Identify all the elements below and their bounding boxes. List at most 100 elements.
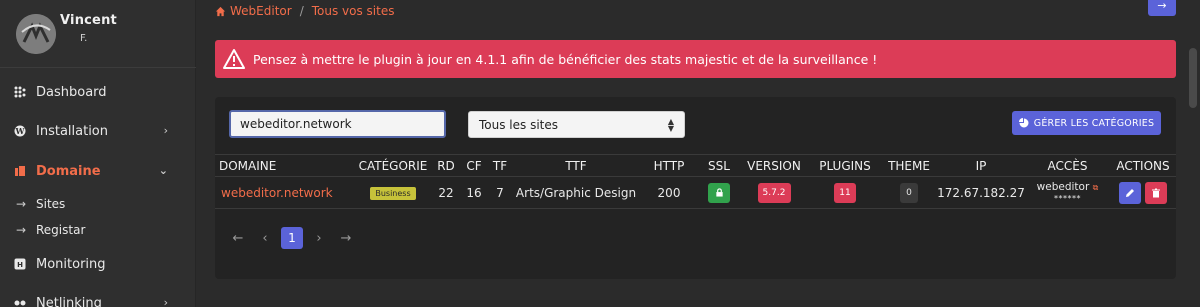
- plugins-button[interactable]: 11: [834, 182, 856, 203]
- scrollbar[interactable]: [1186, 0, 1200, 307]
- sidebar-item-label: Monitoring: [36, 256, 106, 272]
- table-header-row: DOMAINE CATÉGORIE RD CF TF TTF HTTP SSL …: [215, 154, 1176, 177]
- alert-message: Pensez à mettre le plugin à jour en 4.1.…: [253, 51, 878, 67]
- theme-button[interactable]: 0: [900, 182, 918, 203]
- sidebar: Vincent F. Dashboard W Installation › Do…: [0, 0, 196, 307]
- sidebar-item-netlinking[interactable]: Netlinking ›: [14, 292, 184, 307]
- select-value: Tous les sites: [479, 117, 559, 132]
- sidebar-divider: [0, 67, 196, 68]
- sites-table: DOMAINE CATÉGORIE RD CF TF TTF HTTP SSL …: [215, 154, 1176, 209]
- table-row: webeditor.network Business 22 16 7 Arts/…: [215, 176, 1176, 209]
- col-header[interactable]: TTF: [513, 154, 639, 177]
- chevron-right-icon: ›: [163, 124, 168, 137]
- sidebar-item-domaine[interactable]: Domaine ⌄: [14, 160, 184, 182]
- user-name: Vincent: [60, 13, 117, 28]
- user-initial: F.: [80, 33, 88, 44]
- col-header[interactable]: TF: [487, 154, 513, 177]
- monitoring-icon: H: [14, 258, 26, 270]
- http-cell: 200: [639, 176, 699, 209]
- sidebar-item-label: Installation: [36, 123, 109, 139]
- warning-icon: [223, 48, 245, 70]
- arrow-right-icon: →: [16, 197, 27, 211]
- sidebar-item-label: Domaine: [36, 163, 101, 179]
- sidebar-item-label: Netlinking: [36, 295, 102, 307]
- col-header[interactable]: IP: [937, 154, 1025, 177]
- svg-text:H: H: [17, 261, 23, 269]
- breadcrumb-current: Tous vos sites: [311, 4, 395, 18]
- breadcrumb-separator: /: [299, 4, 304, 18]
- ip-cell: 172.67.182.27: [937, 176, 1025, 209]
- pie-chart-icon: [1018, 118, 1029, 128]
- access-cell: webeditor ⧉ ******: [1025, 176, 1110, 209]
- main-content: WebEditor / Tous vos sites → Pensez à me…: [196, 0, 1200, 307]
- arrow-right-icon: →: [16, 223, 27, 237]
- prev-page-button[interactable]: ‹: [254, 227, 276, 249]
- delete-button[interactable]: [1145, 181, 1167, 204]
- col-header[interactable]: HTTP: [639, 154, 699, 177]
- manage-categories-button[interactable]: GÉRER LES CATÉGORIES: [1012, 111, 1161, 135]
- sidebar-subitem-registar[interactable]: → Registar: [16, 220, 85, 240]
- sidebar-subitem-label: Sites: [36, 197, 66, 211]
- sidebar-item-installation[interactable]: W Installation ›: [14, 120, 184, 142]
- search-input[interactable]: [229, 110, 446, 138]
- col-header[interactable]: PLUGINS: [809, 154, 881, 177]
- col-header[interactable]: CATÉGORIE: [355, 154, 431, 177]
- netlinking-icon: [14, 297, 26, 307]
- category-badge: Business: [370, 187, 416, 200]
- access-user-link[interactable]: webeditor: [1037, 181, 1090, 193]
- col-header[interactable]: ACTIONS: [1110, 154, 1176, 177]
- sites-card: Tous les sites ▲▼ GÉRER LES CATÉGORIES D…: [215, 97, 1176, 279]
- domain-icon: [14, 165, 26, 177]
- sidebar-item-label: Dashboard: [36, 84, 107, 100]
- sidebar-item-monitoring[interactable]: H Monitoring: [14, 253, 184, 275]
- site-filter-select[interactable]: Tous les sites ▲ ▼: [468, 111, 685, 138]
- sidebar-subitem-label: Registar: [36, 223, 86, 237]
- avatar: [16, 14, 56, 54]
- breadcrumb: WebEditor / Tous vos sites: [215, 4, 394, 18]
- rd-cell: 22: [431, 176, 461, 209]
- user-profile[interactable]: Vincent F.: [14, 10, 184, 62]
- wordpress-icon: W: [14, 125, 26, 137]
- col-header[interactable]: RD: [431, 154, 461, 177]
- version-button[interactable]: 5.7.2: [757, 182, 791, 203]
- trash-icon: [1152, 188, 1160, 197]
- col-header[interactable]: VERSION: [739, 154, 809, 177]
- pagination: ← ‹ 1 › →: [227, 226, 362, 250]
- select-arrows-icon: ▲ ▼: [667, 116, 674, 133]
- scrollbar-thumb[interactable]: [1189, 48, 1197, 108]
- cf-cell: 16: [461, 176, 487, 209]
- lock-icon: [715, 188, 723, 197]
- tf-cell: 7: [487, 176, 513, 209]
- chevron-down-icon: ⌄: [158, 164, 168, 177]
- external-link-icon[interactable]: ⧉: [1093, 183, 1099, 192]
- domain-link[interactable]: webeditor.network: [215, 176, 355, 209]
- sidebar-item-dashboard[interactable]: Dashboard: [14, 81, 184, 103]
- col-header[interactable]: SSL: [699, 154, 739, 177]
- sidebar-subitem-sites[interactable]: → Sites: [16, 194, 65, 214]
- col-header[interactable]: CF: [461, 154, 487, 177]
- ssl-button[interactable]: [708, 182, 730, 203]
- arrow-right-icon: →: [1157, 0, 1167, 12]
- svg-text:W: W: [15, 126, 26, 136]
- col-header[interactable]: DOMAINE: [215, 154, 355, 177]
- actions-cell: [1110, 176, 1176, 209]
- ssl-cell: [699, 176, 739, 209]
- chevron-right-icon: ›: [163, 296, 168, 307]
- logout-button[interactable]: →: [1148, 0, 1176, 16]
- edit-button[interactable]: [1119, 181, 1141, 204]
- plugins-cell: 11: [809, 176, 881, 209]
- ttf-cell: Arts/Graphic Design: [513, 176, 639, 209]
- col-header[interactable]: THEME: [881, 154, 937, 177]
- theme-cell: 0: [881, 176, 937, 209]
- first-page-button[interactable]: ←: [227, 227, 249, 249]
- pencil-icon: [1126, 188, 1134, 197]
- breadcrumb-home[interactable]: WebEditor: [230, 4, 292, 18]
- next-page-button[interactable]: ›: [308, 227, 330, 249]
- last-page-button[interactable]: →: [335, 227, 357, 249]
- dashboard-icon: [14, 86, 26, 98]
- col-header[interactable]: ACCÈS: [1025, 154, 1110, 177]
- home-icon[interactable]: [215, 6, 226, 17]
- version-cell: 5.7.2: [739, 176, 809, 209]
- page-button-current[interactable]: 1: [281, 227, 303, 249]
- access-password: ******: [1054, 193, 1081, 203]
